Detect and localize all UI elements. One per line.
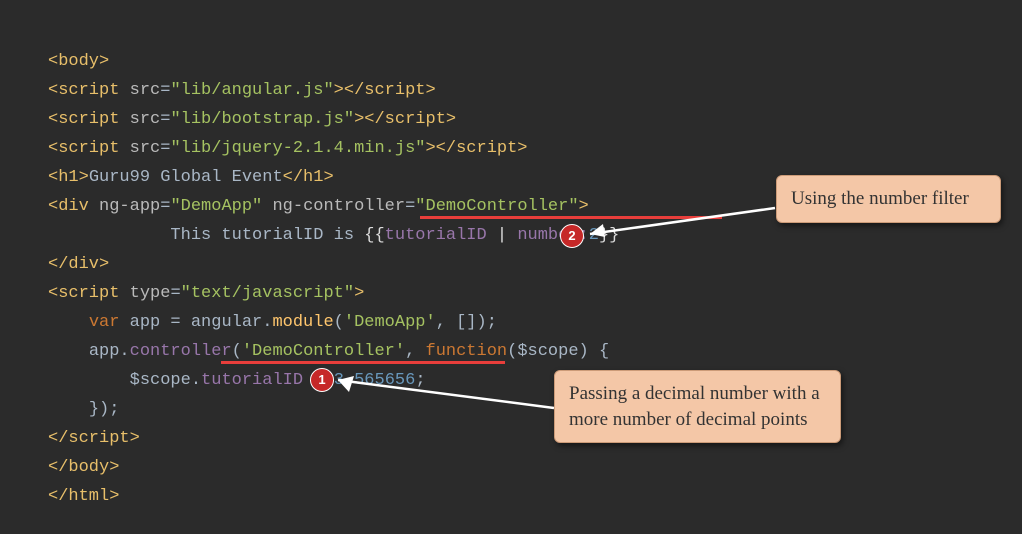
- tag-body-open: <body>: [48, 52, 109, 71]
- callout-decimal-number: Passing a decimal number with a more num…: [554, 370, 841, 443]
- prop-tutorialid: tutorialID: [201, 371, 303, 390]
- attr-src-2: src: [130, 110, 161, 129]
- paren-open-11: (: [232, 342, 242, 361]
- indent13: [48, 400, 89, 419]
- tag-div-open: <div: [48, 197, 89, 216]
- tag-script3-close: ></script>: [425, 139, 527, 158]
- tag-script1-close: ></script>: [334, 81, 436, 100]
- tag-html-close: </html>: [48, 487, 119, 506]
- kw-function: function: [426, 342, 508, 361]
- indent11: [48, 342, 89, 361]
- attr-ngapp: ng-app: [99, 197, 160, 216]
- pipe: |: [487, 226, 518, 245]
- arrow-to-badge-1: [320, 370, 560, 430]
- str-textjs: "text/javascript": [181, 284, 354, 303]
- eq-ngapp: =: [160, 197, 170, 216]
- str-demoapp: "DemoApp": [170, 197, 262, 216]
- tag-script3-open: <script: [48, 139, 119, 158]
- attr-ngctrl: ng-controller: [272, 197, 405, 216]
- tag-script4-open: <script: [48, 284, 119, 303]
- callout-2-text: Passing a decimal number with a more num…: [569, 383, 820, 430]
- tag-div-close: </div>: [48, 255, 109, 274]
- tag-script2-open: <script: [48, 110, 119, 129]
- tag-script2-close: ></script>: [354, 110, 456, 129]
- scope-dot: $scope.: [130, 371, 201, 390]
- str-democtrl: "DemoController": [415, 197, 578, 216]
- delim-open: {{: [364, 226, 384, 245]
- code-block: <body> <script src="lib/angular.js"></sc…: [0, 0, 1022, 511]
- callout-1-text: Using the number filter: [791, 188, 969, 209]
- h1-text: Guru99 Global Event: [89, 168, 283, 187]
- attr-type: type: [130, 284, 171, 303]
- tag-script1-open: <script: [48, 81, 119, 100]
- paren-open-10: (: [334, 313, 344, 332]
- indent7: [48, 226, 170, 245]
- args-scope: ($scope) {: [507, 342, 609, 361]
- text-this-is: This tutorialID is: [170, 226, 364, 245]
- id-app-angular: app = angular.: [130, 313, 273, 332]
- close-13: });: [89, 400, 120, 419]
- indent10: [48, 313, 89, 332]
- comma-11: ,: [405, 342, 425, 361]
- str-jquery: "lib/jquery-2.1.4.min.js": [170, 139, 425, 158]
- str-democtrl2: 'DemoController': [242, 342, 405, 361]
- kw-var: var: [89, 313, 120, 332]
- eq-3: =: [160, 139, 170, 158]
- sp10: [119, 313, 129, 332]
- underline-assignment: [221, 361, 505, 364]
- rest-10: , []);: [436, 313, 497, 332]
- arrow-to-badge-2: [570, 200, 780, 250]
- tag-script4-close: </script>: [48, 429, 140, 448]
- str-bootstrap: "lib/bootstrap.js": [170, 110, 354, 129]
- tag-body-close: </body>: [48, 458, 119, 477]
- tag-script4-gt: >: [354, 284, 364, 303]
- fn-module: module: [272, 313, 333, 332]
- attr-src-1: src: [130, 81, 161, 100]
- id-app-dot: app.: [89, 342, 130, 361]
- eq-ngctrl: =: [405, 197, 415, 216]
- str-demoapp2: 'DemoApp': [344, 313, 436, 332]
- eq-2: =: [160, 110, 170, 129]
- expr-tutorialid: tutorialID: [385, 226, 487, 245]
- tag-h1-open: <h1>: [48, 168, 89, 187]
- str-angular: "lib/angular.js": [170, 81, 333, 100]
- callout-number-filter: Using the number filter: [776, 175, 1001, 223]
- indent12: [48, 371, 130, 390]
- tag-h1-close: </h1>: [283, 168, 334, 187]
- eq-type: =: [170, 284, 180, 303]
- attr-src-3: src: [130, 139, 161, 158]
- prop-controller: controller: [130, 342, 232, 361]
- eq-1: =: [160, 81, 170, 100]
